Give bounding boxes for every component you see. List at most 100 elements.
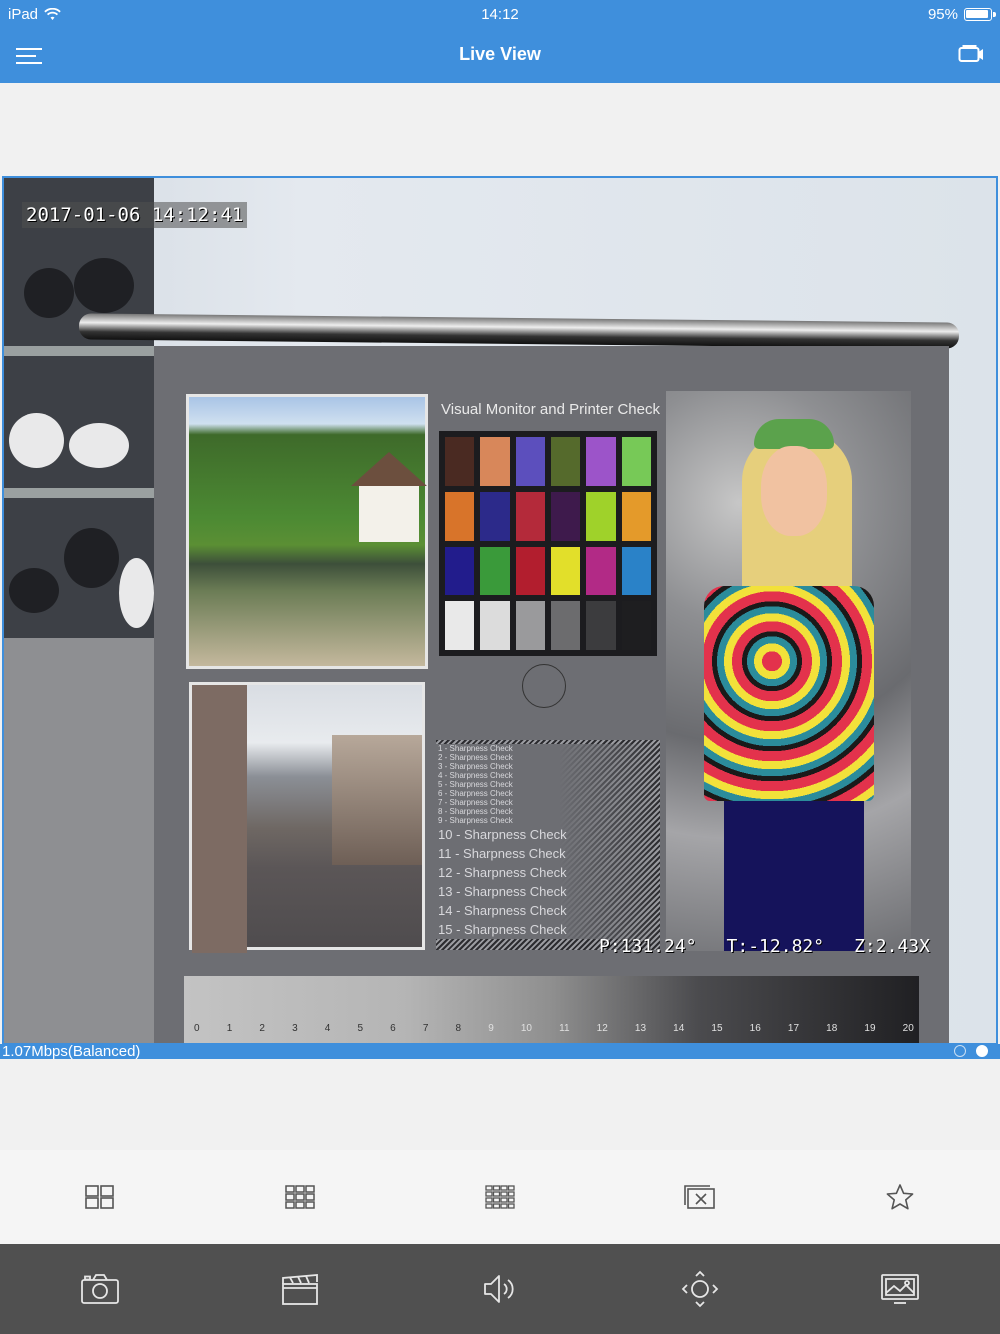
close-all-icon <box>684 1185 715 1209</box>
color-swatch <box>586 546 616 596</box>
grayscale-number: 11 <box>559 1023 570 1034</box>
camera-switch-icon[interactable] <box>958 43 984 65</box>
sharpness-check-item: 3 - Sharpness Check <box>438 762 513 771</box>
record-clapper-icon <box>282 1274 318 1305</box>
sharpness-check-item: 14 - Sharpness Check <box>438 903 567 918</box>
sharpness-check-item: 8 - Sharpness Check <box>438 807 513 816</box>
color-swatch <box>586 601 616 650</box>
favorite-button[interactable] <box>880 1177 920 1217</box>
layout-9-button[interactable] <box>280 1177 320 1217</box>
grayscale-number: 2 <box>259 1023 265 1034</box>
color-swatch <box>621 437 651 486</box>
status-clock: 14:12 <box>481 6 519 23</box>
chart-title: Visual Monitor and Printer Check <box>441 401 660 418</box>
page-indicator[interactable] <box>954 1045 988 1057</box>
grayscale-number: 8 <box>455 1023 462 1034</box>
color-swatch <box>621 491 651 541</box>
color-swatch <box>621 546 651 596</box>
sharpness-check-item: 11 - Sharpness Check <box>438 846 566 861</box>
layout-9-icon <box>285 1185 315 1209</box>
osd-timestamp: 2017-01-06 14:12:41 <box>22 202 248 228</box>
osd-tilt: T:-12.82° <box>726 936 825 957</box>
focus-circle <box>522 664 566 708</box>
favorite-star-icon <box>886 1184 914 1210</box>
layout-4-button[interactable] <box>80 1177 120 1217</box>
sharpness-check-item: 9 - Sharpness Check <box>438 816 513 825</box>
portrait-photo <box>666 391 911 951</box>
sharpness-check-item: 6 - Sharpness Check <box>438 789 513 798</box>
app-header: iPad 14:12 95% Live View <box>0 0 1000 83</box>
grayscale-number: 15 <box>711 1023 723 1034</box>
grayscale-number: 17 <box>787 1023 800 1034</box>
grayscale-number: 5 <box>357 1023 363 1034</box>
color-swatch <box>515 491 545 541</box>
add-page-icon[interactable] <box>954 1045 966 1057</box>
sharpness-check-list: 1 - Sharpness Check 2 - Sharpness Check 3 … <box>436 744 660 939</box>
image-settings-icon <box>881 1274 919 1304</box>
landscape-photo <box>186 394 428 669</box>
street-photo <box>189 682 425 953</box>
grayscale-number: 6 <box>390 1023 396 1034</box>
color-swatch <box>445 546 475 596</box>
color-swatch <box>480 546 510 596</box>
grayscale-number: 7 <box>422 1023 429 1034</box>
osd-pan: P:131.24° <box>599 936 697 957</box>
grayscale-number: 9 <box>488 1023 494 1034</box>
snapshot-camera-icon <box>81 1274 119 1304</box>
layout-toolbar <box>0 1150 1000 1244</box>
grayscale-number: 13 <box>634 1023 647 1034</box>
color-swatch <box>551 437 581 486</box>
page-title: Live View <box>459 44 541 64</box>
ptz-button[interactable] <box>678 1267 722 1311</box>
sharpness-check-item: 7 - Sharpness Check <box>438 798 513 807</box>
grayscale-number: 14 <box>673 1023 685 1034</box>
color-swatch <box>480 437 510 486</box>
ptz-control-icon <box>681 1270 719 1308</box>
curtain-rod <box>78 313 960 349</box>
color-swatch <box>551 601 581 650</box>
battery-info: 95% <box>928 6 996 23</box>
layout-16-icon <box>485 1185 515 1209</box>
action-toolbar <box>0 1244 1000 1334</box>
close-all-button[interactable] <box>680 1177 720 1217</box>
grayscale-number: 4 <box>324 1023 331 1034</box>
color-swatch <box>551 546 581 596</box>
equipment-shelf <box>4 178 154 643</box>
color-swatch <box>445 491 475 541</box>
sharpness-check-item: 12 - Sharpness Check <box>438 865 567 880</box>
grayscale-numbers: 0 1 2 3 4 5 6 7 8 9 10 11 12 13 14 15 16 17 18 19 20 <box>194 1023 914 1034</box>
sharpness-check-item: 5 - Sharpness Check <box>438 780 513 789</box>
layout-16-button[interactable] <box>480 1177 520 1217</box>
cabinet <box>4 638 156 1043</box>
sharpness-check-item: 1 - Sharpness Check <box>438 744 513 753</box>
osd-zoom: Z:2.43X <box>854 936 930 957</box>
color-swatch <box>445 601 475 650</box>
record-button[interactable] <box>278 1267 322 1311</box>
sharpness-check-item: 4 - Sharpness Check <box>438 771 513 780</box>
grayscale-number: 3 <box>292 1023 298 1034</box>
color-swatch <box>586 437 616 486</box>
color-swatch <box>480 601 510 650</box>
color-swatch <box>515 601 545 650</box>
page-dot-icon[interactable] <box>976 1045 988 1057</box>
grayscale-number: 10 <box>520 1023 532 1034</box>
color-swatch <box>586 491 616 541</box>
audio-speaker-icon <box>484 1275 514 1303</box>
grayscale-number: 19 <box>864 1023 876 1034</box>
color-swatch <box>480 491 510 541</box>
live-video-view[interactable]: Visual Monitor and Printer Check 1 - Sha… <box>2 176 998 1045</box>
sharpness-check-item: 10 - Sharpness Check <box>438 827 567 842</box>
sharpness-check-item: 2 - Sharpness Check <box>438 753 513 762</box>
grayscale-number: 18 <box>826 1023 838 1034</box>
grayscale-strip <box>184 976 919 1043</box>
grayscale-number: 0 <box>194 1023 200 1034</box>
audio-button[interactable] <box>478 1267 522 1311</box>
image-settings-button[interactable] <box>878 1267 922 1311</box>
color-swatch-grid <box>439 431 657 656</box>
snapshot-button[interactable] <box>78 1267 122 1311</box>
color-swatch <box>621 601 651 650</box>
color-swatch <box>551 491 581 541</box>
color-swatch <box>515 546 545 596</box>
grayscale-number: 12 <box>596 1023 608 1034</box>
layout-4-icon <box>85 1185 114 1209</box>
